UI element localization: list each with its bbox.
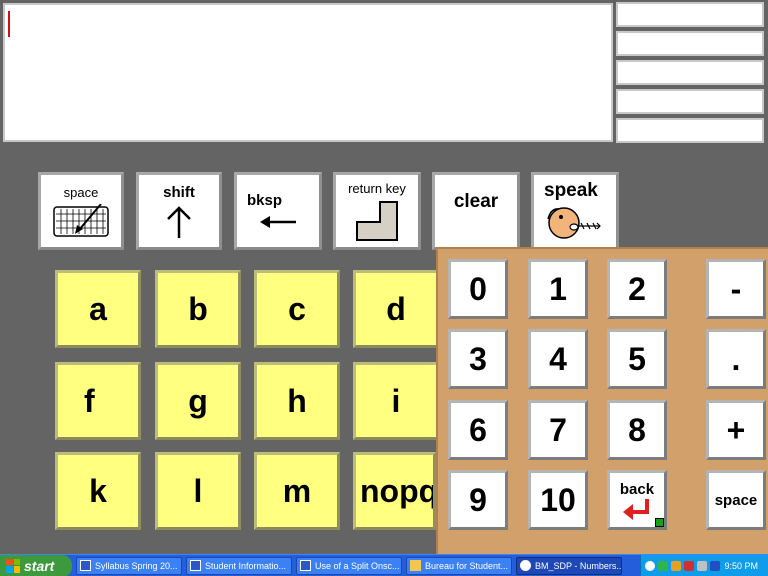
digit-key-9[interactable]: 9 <box>448 470 508 530</box>
windows-flag-icon <box>6 558 20 573</box>
return-arrow-icon <box>623 498 649 520</box>
folder-icon <box>410 560 421 571</box>
message-text-area[interactable] <box>3 3 613 142</box>
digit-key-1[interactable]: 1 <box>528 259 588 319</box>
speak-label: speak <box>544 180 598 201</box>
windows-taskbar: start Syllabus Spring 20... Student Info… <box>0 554 768 576</box>
digit-key-7[interactable]: 7 <box>528 400 588 460</box>
return-key-label: return key <box>348 180 406 196</box>
letter-key-g[interactable]: g <box>155 362 241 440</box>
plus-key[interactable]: + <box>706 400 766 460</box>
arrow-up-icon <box>167 205 191 238</box>
message-history <box>616 2 764 147</box>
back-label: back <box>619 480 655 498</box>
taskbar-item-label: Bureau for Student... <box>425 560 509 571</box>
numpad-space-button[interactable]: space <box>706 470 766 530</box>
letter-key-nopq[interactable]: nopq <box>353 452 436 530</box>
taskbar-item-bureau[interactable]: Bureau for Student... <box>406 556 512 575</box>
letter-key-c[interactable]: c <box>254 270 340 348</box>
number-pad-panel: 0 1 2 - 3 4 5 . 6 7 8 + 9 10 back space <box>436 247 768 554</box>
taskbar-item-numbers[interactable]: BM_SDP - Numbers... <box>516 556 622 575</box>
keyboard-icon <box>53 203 109 237</box>
letter-key-b[interactable]: b <box>155 270 241 348</box>
backspace-label: bksp <box>247 191 283 209</box>
tray-antivirus-icon[interactable] <box>684 561 694 571</box>
return-key-button[interactable]: return key <box>333 172 421 250</box>
start-label: start <box>24 557 55 574</box>
backspace-button[interactable]: bksp <box>234 172 322 250</box>
shift-button[interactable]: shift <box>136 172 222 250</box>
tray-security-icon[interactable] <box>671 561 681 571</box>
history-slot[interactable] <box>616 89 764 114</box>
letter-key-k[interactable]: k <box>55 452 141 530</box>
word-document-icon <box>300 560 311 571</box>
start-button[interactable]: start <box>0 554 72 576</box>
return-key-icon <box>356 200 398 241</box>
letter-key-m[interactable]: m <box>254 452 340 530</box>
speak-button[interactable]: speak <box>531 172 619 250</box>
digit-key-0[interactable]: 0 <box>448 259 508 319</box>
letter-key-a[interactable]: a <box>55 270 141 348</box>
digit-key-2[interactable]: 2 <box>607 259 667 319</box>
exit-indicator-icon <box>655 518 664 527</box>
letter-key-f[interactable]: f <box>55 362 141 440</box>
digit-key-8[interactable]: 8 <box>607 400 667 460</box>
shift-label: shift <box>163 183 195 201</box>
digit-key-6[interactable]: 6 <box>448 400 508 460</box>
taskbar-item-label: Student Informatio... <box>205 560 287 571</box>
app-icon <box>520 560 531 571</box>
tray-chevron-icon[interactable] <box>645 561 655 571</box>
tray-network-icon[interactable] <box>658 561 668 571</box>
taskbar-item-student-information[interactable]: Student Informatio... <box>186 556 292 575</box>
word-document-icon <box>190 560 201 571</box>
history-slot[interactable] <box>616 2 764 27</box>
letter-key-h[interactable]: h <box>254 362 340 440</box>
back-button[interactable]: back <box>607 470 667 530</box>
taskbar-item-split-onscreen[interactable]: Use of a Split Onsc... <box>296 556 402 575</box>
space-label: space <box>63 184 99 200</box>
letter-key-d[interactable]: d <box>353 270 439 348</box>
arrow-left-icon <box>260 215 296 228</box>
clear-label: clear <box>453 191 499 212</box>
speaking-face-icon <box>547 207 601 239</box>
decimal-point-key[interactable]: . <box>706 329 766 389</box>
minus-key[interactable]: - <box>706 259 766 319</box>
taskbar-item-label: Syllabus Spring 20... <box>95 560 178 571</box>
word-document-icon <box>80 560 91 571</box>
letter-key-l[interactable]: l <box>155 452 241 530</box>
taskbar-clock: 9:50 PM <box>724 561 758 571</box>
digit-key-4[interactable]: 4 <box>528 329 588 389</box>
digit-key-3[interactable]: 3 <box>448 329 508 389</box>
history-slot[interactable] <box>616 60 764 85</box>
digit-key-5[interactable]: 5 <box>607 329 667 389</box>
numpad-space-label: space <box>714 491 758 509</box>
tray-volume-icon[interactable] <box>710 561 720 571</box>
tray-display-icon[interactable] <box>697 561 707 571</box>
history-slot[interactable] <box>616 31 764 56</box>
space-button[interactable]: space <box>38 172 124 250</box>
taskbar-item-label: BM_SDP - Numbers... <box>535 560 622 571</box>
text-caret <box>8 11 10 37</box>
clear-button[interactable]: clear <box>432 172 520 250</box>
history-slot[interactable] <box>616 118 764 143</box>
digit-key-10[interactable]: 10 <box>528 470 588 530</box>
system-tray: 9:50 PM <box>640 555 768 576</box>
taskbar-item-syllabus[interactable]: Syllabus Spring 20... <box>76 556 182 575</box>
taskbar-item-label: Use of a Split Onsc... <box>315 560 400 571</box>
letter-key-i[interactable]: i <box>353 362 439 440</box>
